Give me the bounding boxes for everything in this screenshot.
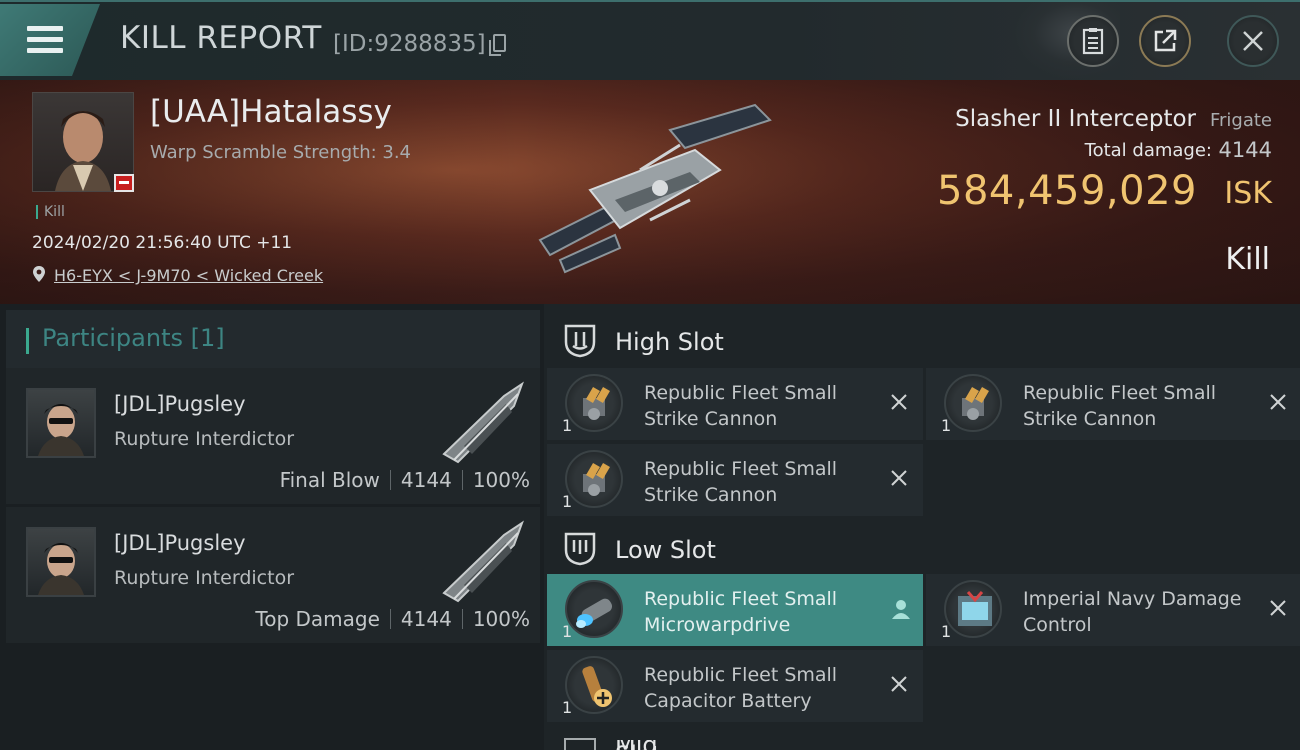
participant-row[interactable]: [JDL]Pugsley Rupture Interdictor Final B… [6,368,540,504]
victim-ship-class: Frigate [1209,110,1272,131]
clipboard-icon [1082,28,1104,55]
module-quantity: 1 [562,492,573,511]
result-label: Kill [1225,242,1270,277]
participant-ship-image [442,520,524,603]
victim-ship-name[interactable]: Slasher II Interceptor [955,106,1196,132]
close-button[interactable] [1227,15,1279,67]
kill-report-window: KILL REPORT [ID:9288835] Kill [UAA]Hatal… [0,0,1300,750]
strike-cannon-icon [944,374,1002,432]
low-slot-title: Low Slot [615,536,716,564]
participant-avatar[interactable] [26,527,96,597]
module-item[interactable]: 1 Republic Fleet Small Capacitor Battery [547,650,923,722]
participants-panel: Participants [1] [JDL]Pugsley Rupture In… [0,304,544,750]
participant-percent: 100% [472,607,530,631]
module-name: Imperial Navy Damage Control [1023,588,1242,636]
module-quantity: 1 [562,622,573,641]
participant-damage: 4144 [400,607,452,631]
participant-name[interactable]: [JDL]Pugsley [114,531,246,555]
destroyed-x-icon [891,676,907,692]
module-item[interactable]: 1 Republic Fleet Small Strike Cannon [547,444,923,516]
damage-control-icon [944,580,1002,638]
total-damage-label: Total damage: [1084,140,1212,161]
isk-unit: ISK [1224,176,1272,211]
destroyed-x-icon [1270,394,1286,410]
module-name: Republic Fleet Small Strike Cannon [644,458,838,506]
capacitor-battery-icon [565,656,623,714]
export-icon [1154,29,1177,52]
module-item[interactable]: 1 Imperial Navy Damage Control [926,574,1300,646]
victim-banner: Kill [UAA]Hatalassy Warp Scramble Streng… [0,80,1300,304]
destroyed-x-icon [1270,600,1286,616]
high-slot-header: High Slot [544,308,1300,370]
isk-value: 584,459,029 [937,168,1197,214]
total-damage-value: 4144 [1218,138,1272,162]
kill-tag: Kill [36,205,65,219]
victim-ship-image [538,103,772,274]
participant-row[interactable]: [JDL]Pugsley Rupture Interdictor Top Dam… [6,507,540,643]
module-item-selected[interactable]: 1 Republic Fleet Small Microwarpdrive [547,574,923,646]
high-slot-title: High Slot [615,328,724,356]
participant-stats: Top Damage 4144 100% [255,607,530,631]
strike-cannon-icon [565,374,623,432]
participant-ship-image [442,381,524,464]
participant-avatar[interactable] [26,388,96,458]
participant-ship: Rupture Interdictor [114,428,294,450]
fitting-panel: High Slot 1 Republic Fleet Small Strike … [544,304,1300,750]
menu-button[interactable] [0,4,100,76]
participant-role: Top Damage [255,607,380,631]
destroyed-x-icon [891,470,907,486]
participant-ship: Rupture Interdictor [114,567,294,589]
participant-portrait [38,543,84,595]
module-name: Republic Fleet Small Strike Cannon [644,382,838,430]
person-icon [892,600,910,619]
hostile-standing-badge [114,174,134,192]
window-title: KILL REPORT [120,20,322,56]
participant-name[interactable]: [JDL]Pugsley [114,392,246,416]
microwarpdrive-icon [565,580,623,638]
slot-shield-icon [564,324,596,358]
tab-accent [26,328,29,354]
module-quantity: 1 [941,416,952,435]
clipboard-button[interactable] [1067,15,1119,67]
participants-title: Participants [1] [42,324,225,352]
participants-tab[interactable]: Participants [1] [6,310,540,368]
participant-portrait [38,404,84,456]
module-quantity: 1 [941,622,952,641]
top-bar: KILL REPORT [ID:9288835] [0,0,1300,80]
warp-scramble-strength: Warp Scramble Strength: 3.4 [150,142,412,163]
participant-percent: 100% [472,468,530,492]
participant-damage: 4144 [400,468,452,492]
module-name: Republic Fleet Small Microwarpdrive [644,588,838,636]
module-quantity: 1 [562,416,573,435]
low-slot-header: Low Slot [544,516,1300,578]
victim-name[interactable]: [UAA]Hatalassy [150,94,392,130]
next-section-title: Mid Slot [615,740,695,750]
close-icon [1243,31,1263,51]
location-pin-icon [33,266,45,282]
slot-shield-icon [564,532,596,566]
kill-datetime: 2024/02/20 21:56:40 UTC +11 [32,233,293,253]
module-item[interactable]: 1 Republic Fleet Small Strike Cannon [926,368,1300,440]
report-id: [ID:9288835] [333,31,486,57]
module-item[interactable]: 1 Republic Fleet Small Strike Cannon [547,368,923,440]
strike-cannon-icon [565,450,623,508]
module-name: Republic Fleet Small Strike Cannon [1023,382,1217,430]
destroyed-x-icon [891,394,907,410]
location-link[interactable]: H6-EYX < J-9M70 < Wicked Creek [54,266,323,285]
participant-stats: Final Blow 4144 100% [280,468,530,492]
module-quantity: 1 [562,698,573,717]
participant-role: Final Blow [279,468,380,492]
slot-shield-icon [564,738,596,750]
module-name: Republic Fleet Small Capacitor Battery [644,664,838,712]
copy-icon[interactable] [489,34,506,56]
export-button[interactable] [1139,15,1191,67]
